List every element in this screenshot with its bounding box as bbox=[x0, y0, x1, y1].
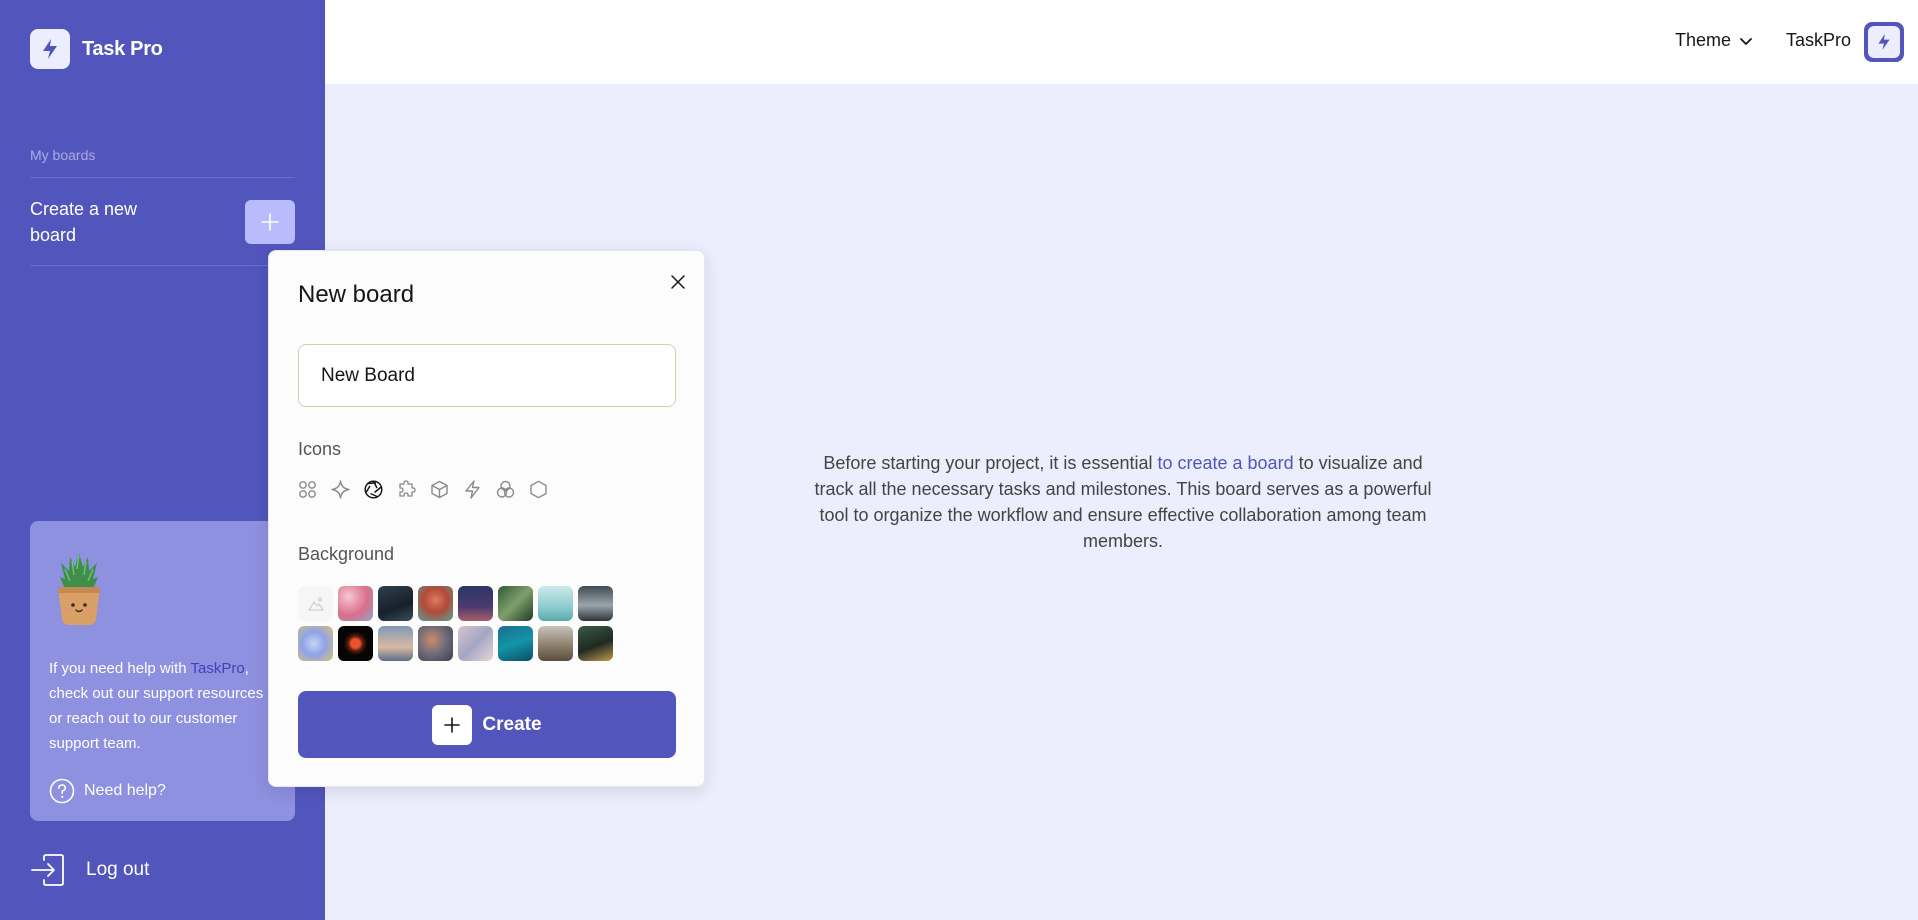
lightning-icon[interactable] bbox=[463, 480, 482, 499]
sparkle-icon[interactable] bbox=[331, 480, 350, 499]
logout-icon bbox=[31, 854, 64, 886]
chevron-down-icon bbox=[1740, 37, 1752, 45]
image-placeholder-icon bbox=[307, 596, 324, 611]
close-icon bbox=[671, 275, 685, 289]
hexagon-icon[interactable] bbox=[529, 480, 548, 499]
cube-icon[interactable] bbox=[430, 480, 449, 499]
empty-state-text-start: Before starting your project, it is esse… bbox=[823, 453, 1158, 473]
background-sea-coast[interactable] bbox=[538, 586, 573, 621]
puzzle-icon[interactable] bbox=[397, 480, 416, 499]
create-label: Create bbox=[482, 713, 542, 735]
background-hot-air-balloons[interactable] bbox=[418, 626, 453, 661]
new-board-modal: New board Icons Background bbox=[268, 250, 705, 787]
background-ocean-boat[interactable] bbox=[498, 626, 533, 661]
lightning-icon bbox=[30, 29, 70, 69]
color-circles-icon[interactable] bbox=[496, 480, 515, 499]
logout-button[interactable]: Log out bbox=[30, 852, 149, 888]
need-help-button[interactable]: Need help? bbox=[49, 778, 166, 804]
cactus-illustration bbox=[52, 549, 106, 632]
app-logo[interactable]: Task Pro bbox=[30, 29, 163, 69]
background-dark-forest-sky[interactable] bbox=[578, 626, 613, 661]
background-night-moon[interactable] bbox=[458, 586, 493, 621]
help-link[interactable]: TaskPro bbox=[191, 660, 245, 677]
background-rainy-road[interactable] bbox=[578, 586, 613, 621]
background-blue-bubble[interactable] bbox=[298, 626, 333, 661]
create-board-link[interactable]: to create a board bbox=[1157, 453, 1293, 473]
background-pink-blossom[interactable] bbox=[338, 586, 373, 621]
lightning-icon bbox=[1868, 26, 1900, 58]
aperture-icon[interactable] bbox=[364, 480, 383, 499]
avatar[interactable] bbox=[1864, 22, 1904, 62]
logout-label: Log out bbox=[86, 859, 150, 880]
divider bbox=[30, 265, 295, 266]
help-circle-icon bbox=[49, 778, 75, 804]
plus-icon bbox=[261, 213, 279, 231]
background-picker bbox=[298, 586, 613, 661]
four-circles-icon[interactable] bbox=[298, 480, 317, 499]
theme-label: Theme bbox=[1675, 30, 1732, 50]
background-canyon[interactable] bbox=[538, 626, 573, 661]
divider bbox=[30, 177, 295, 178]
need-help-label: Need help? bbox=[84, 782, 166, 799]
modal-title: New board bbox=[298, 281, 415, 308]
plus-icon bbox=[432, 704, 473, 745]
empty-state-text: Before starting your project, it is esse… bbox=[814, 450, 1432, 554]
background-dark-night-sky[interactable] bbox=[378, 586, 413, 621]
help-text: If you need help with TaskPro, check out… bbox=[49, 656, 269, 756]
close-button[interactable] bbox=[667, 271, 689, 293]
create-board-row: Create a new board bbox=[30, 196, 295, 248]
app-name: Task Pro bbox=[82, 37, 163, 60]
background-pastel-sky[interactable] bbox=[458, 626, 493, 661]
icons-label: Icons bbox=[298, 439, 342, 459]
create-board-label: Create a new board bbox=[30, 199, 138, 245]
board-title-input[interactable] bbox=[298, 344, 676, 407]
background-sunset-balloon[interactable] bbox=[378, 626, 413, 661]
section-title: My boards bbox=[30, 147, 96, 163]
username: TaskPro bbox=[1786, 30, 1852, 50]
background-red-moon[interactable] bbox=[338, 626, 373, 661]
icon-picker bbox=[298, 480, 548, 499]
theme-dropdown[interactable]: Theme bbox=[1675, 30, 1753, 51]
background-none[interactable] bbox=[298, 586, 333, 621]
background-label: Background bbox=[298, 544, 395, 564]
background-red-tree[interactable] bbox=[418, 586, 453, 621]
background-green-leaves[interactable] bbox=[498, 586, 533, 621]
add-board-button[interactable] bbox=[245, 200, 295, 244]
create-button[interactable]: Create bbox=[298, 691, 676, 758]
help-text-start: If you need help with bbox=[49, 660, 191, 677]
help-card: If you need help with TaskPro, check out… bbox=[30, 521, 295, 821]
